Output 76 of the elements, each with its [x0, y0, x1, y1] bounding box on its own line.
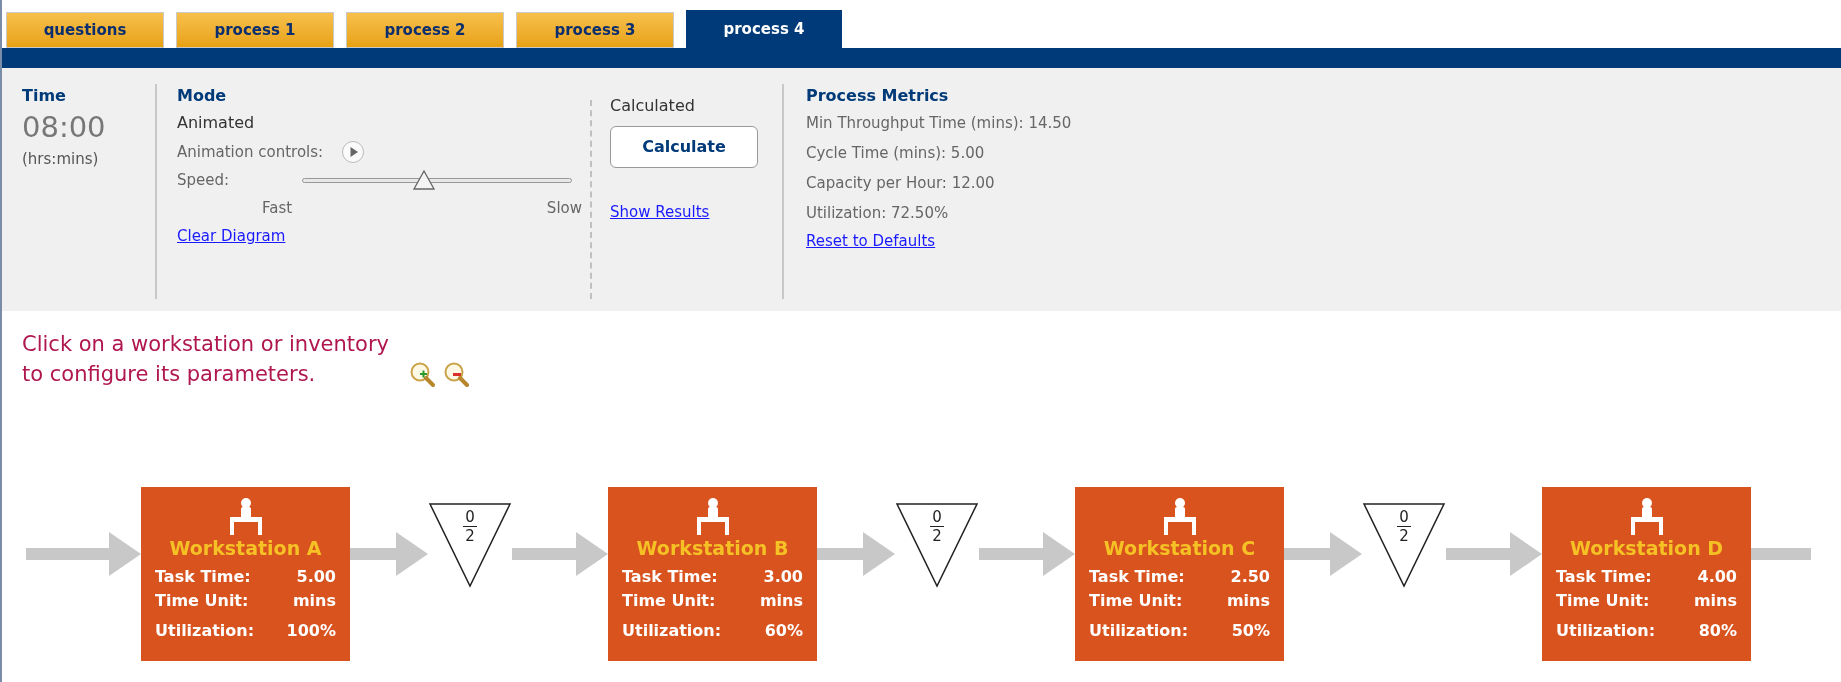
inventory-count: 0 [930, 508, 944, 527]
parameter-label: Utilization: [622, 620, 722, 642]
parameter-label: Task Time: [622, 566, 718, 588]
parameter-value: mins [1693, 590, 1737, 612]
workstation-node[interactable]: Workstation D Task Time: 4.00 Time Unit: mins Utilization: 80% [1542, 487, 1751, 661]
workstation-title: Workstation C [1103, 536, 1256, 561]
inventory-capacity: 2 [1399, 527, 1409, 545]
mode-heading: Mode [177, 85, 228, 107]
clear-diagram-link[interactable]: Clear Diagram [177, 222, 286, 250]
fast-label: Fast [262, 198, 293, 219]
parameter-value: 80% [1698, 620, 1737, 642]
inventory-node[interactable]: 0 2 [1362, 502, 1446, 588]
workstation-icon [694, 497, 731, 535]
tab[interactable]: process 2 [346, 12, 504, 48]
parameter-label: Task Time: [155, 566, 251, 588]
speed-slider[interactable] [302, 169, 572, 191]
workstation-node[interactable]: Workstation A Task Time: 5.00 Time Unit: mins Utilization: 100% [141, 487, 350, 661]
instruction-text: to configure its parameters. [22, 361, 317, 388]
parameter-value: 3.00 [763, 566, 803, 588]
parameter-label: Utilization: [1556, 620, 1656, 642]
metrics-heading: Process Metrics [806, 85, 950, 107]
parameter-label: Time Unit: [1089, 590, 1183, 612]
workstation-icon [227, 497, 264, 535]
parameter-label: Utilization: [1089, 620, 1189, 642]
inventory-count: 0 [463, 508, 477, 527]
slow-label: Slow [546, 198, 582, 219]
play-icon[interactable] [341, 140, 366, 164]
parameter-label: Time Unit: [155, 590, 249, 612]
workstation-title: Workstation D [1569, 536, 1724, 561]
time-value: 08:00 [22, 109, 107, 146]
workstation-node[interactable]: Workstation C Task Time: 2.50 Time Unit: mins Utilization: 50% [1075, 487, 1284, 661]
tab[interactable]: process 4 [686, 10, 842, 48]
inventory-node[interactable]: 0 2 [895, 502, 979, 588]
inventory-node[interactable]: 0 2 [428, 502, 512, 588]
workstation-title: Workstation A [169, 536, 322, 561]
inventory-count: 0 [1397, 508, 1411, 527]
calculated-label: Calculated [610, 95, 696, 117]
slider-thumb[interactable] [412, 170, 435, 190]
parameter-label: Time Unit: [1556, 590, 1650, 612]
workstation-title: Workstation B [636, 536, 789, 561]
animation-controls-label: Animation controls: [177, 142, 324, 163]
zoom-in-icon[interactable] [408, 361, 435, 387]
parameter-label: Time Unit: [622, 590, 716, 612]
show-results-link[interactable]: Show Results [610, 198, 710, 226]
metric-line: Cycle Time (mins): 5.00 [806, 143, 986, 164]
parameter-value: 60% [764, 620, 803, 642]
inventory-capacity: 2 [932, 527, 942, 545]
time-unit: (hrs:mins) [22, 149, 100, 170]
zoom-out-icon[interactable] [442, 361, 469, 387]
parameter-label: Task Time: [1089, 566, 1185, 588]
instruction-text: Click on a workstation or inventory [22, 331, 389, 358]
mode-label: Animated [177, 112, 256, 134]
parameter-value: 4.00 [1697, 566, 1737, 588]
time-heading: Time [22, 85, 67, 107]
parameter-label: Utilization: [155, 620, 255, 642]
metric-line: Min Throughput Time (mins): 14.50 [806, 113, 1072, 134]
reset-defaults-link[interactable]: Reset to Defaults [806, 228, 936, 254]
parameter-value: 50% [1231, 620, 1270, 642]
workstation-node[interactable]: Workstation B Task Time: 3.00 Time Unit: mins Utilization: 60% [608, 487, 817, 661]
parameter-value: mins [292, 590, 336, 612]
inventory-capacity: 2 [465, 527, 475, 545]
parameter-value: 100% [286, 620, 336, 642]
workstation-icon [1628, 497, 1665, 535]
calculate-button[interactable]: Calculate [610, 126, 758, 168]
speed-label: Speed: [177, 170, 231, 191]
metric-line: Capacity per Hour: 12.00 [806, 173, 996, 194]
parameter-value: mins [1226, 590, 1270, 612]
parameter-label: Task Time: [1556, 566, 1652, 588]
parameter-value: 2.50 [1230, 566, 1270, 588]
tab[interactable]: process 3 [516, 12, 674, 48]
workstation-icon [1161, 497, 1198, 535]
tab[interactable]: process 1 [176, 12, 334, 48]
tab[interactable]: questions [6, 12, 164, 48]
parameter-value: 5.00 [296, 566, 336, 588]
parameter-value: mins [759, 590, 803, 612]
metric-line: Utilization: 72.50% [806, 203, 950, 224]
